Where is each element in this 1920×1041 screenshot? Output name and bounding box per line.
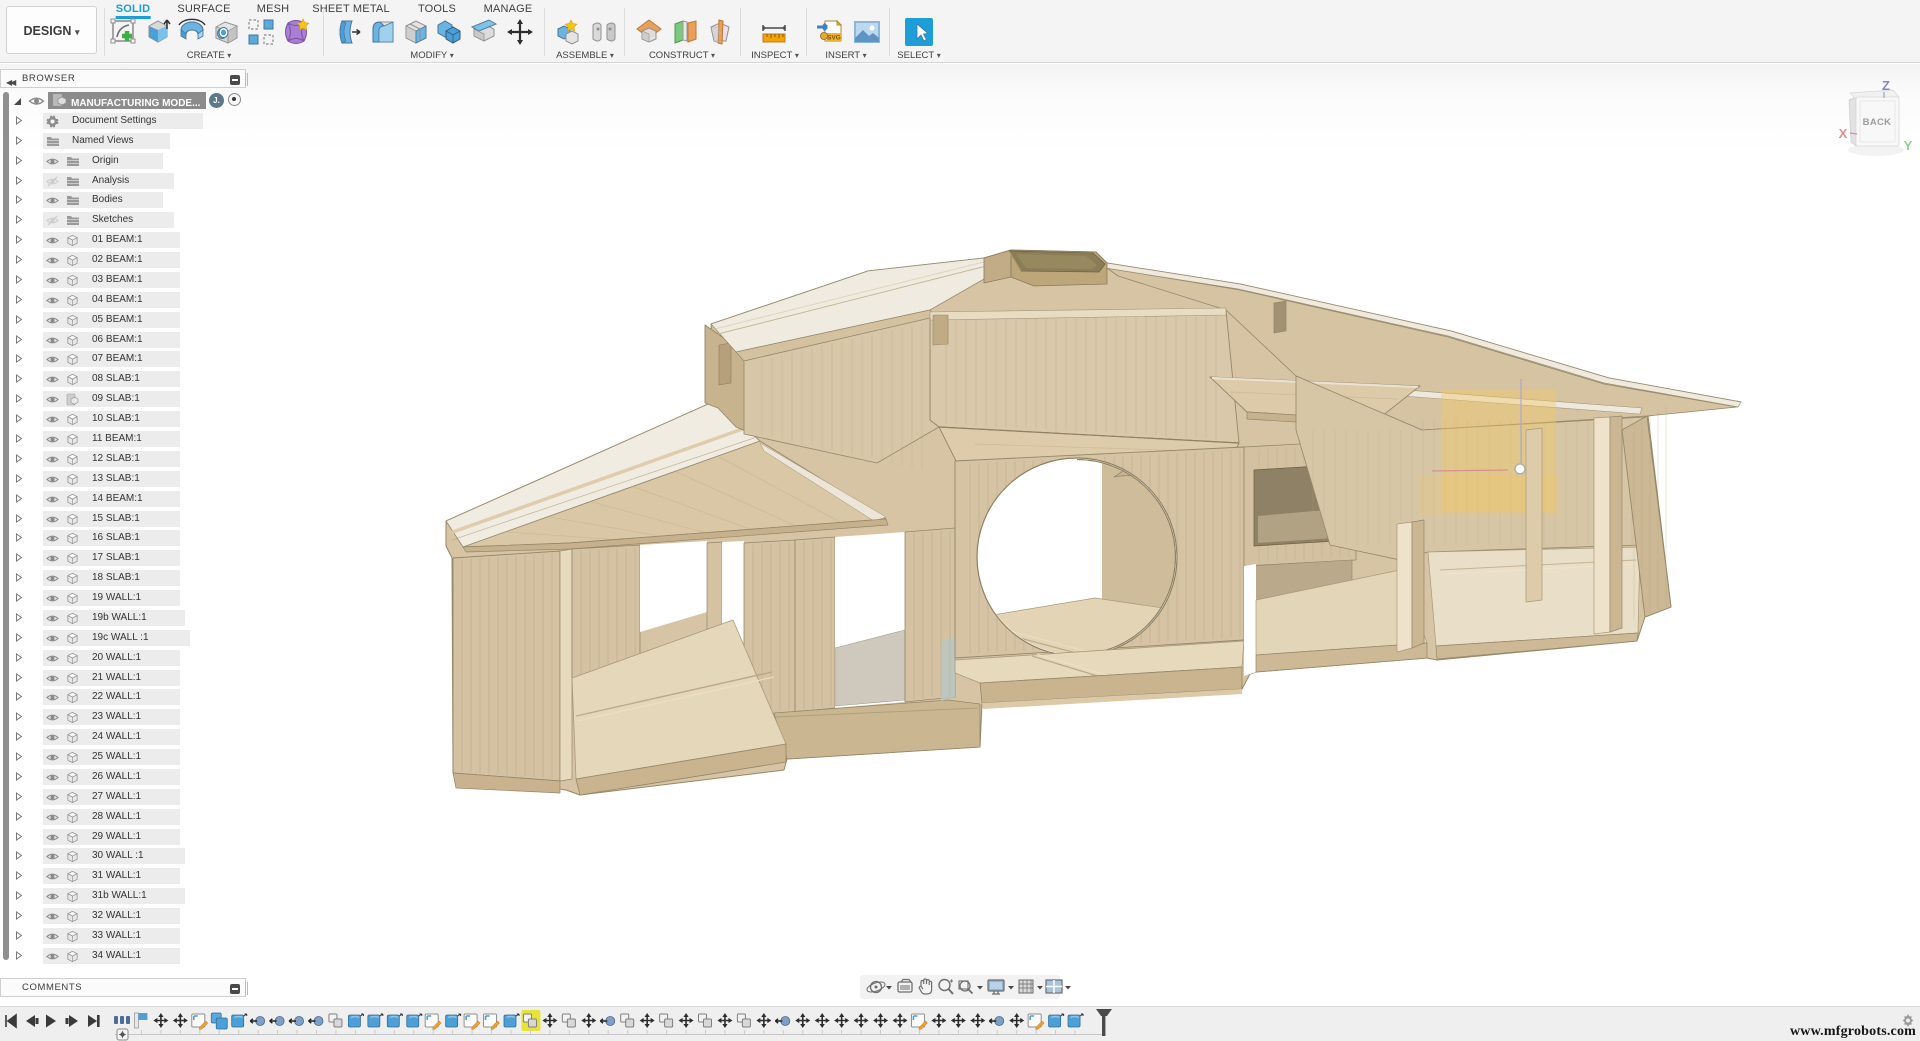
svg-text:Y: Y <box>1904 138 1913 153</box>
svg-text:X: X <box>1839 126 1848 141</box>
svg-text:BACK: BACK <box>1863 117 1892 128</box>
svg-text:Z: Z <box>1882 78 1890 93</box>
svg-text:SVG: SVG <box>827 35 841 42</box>
